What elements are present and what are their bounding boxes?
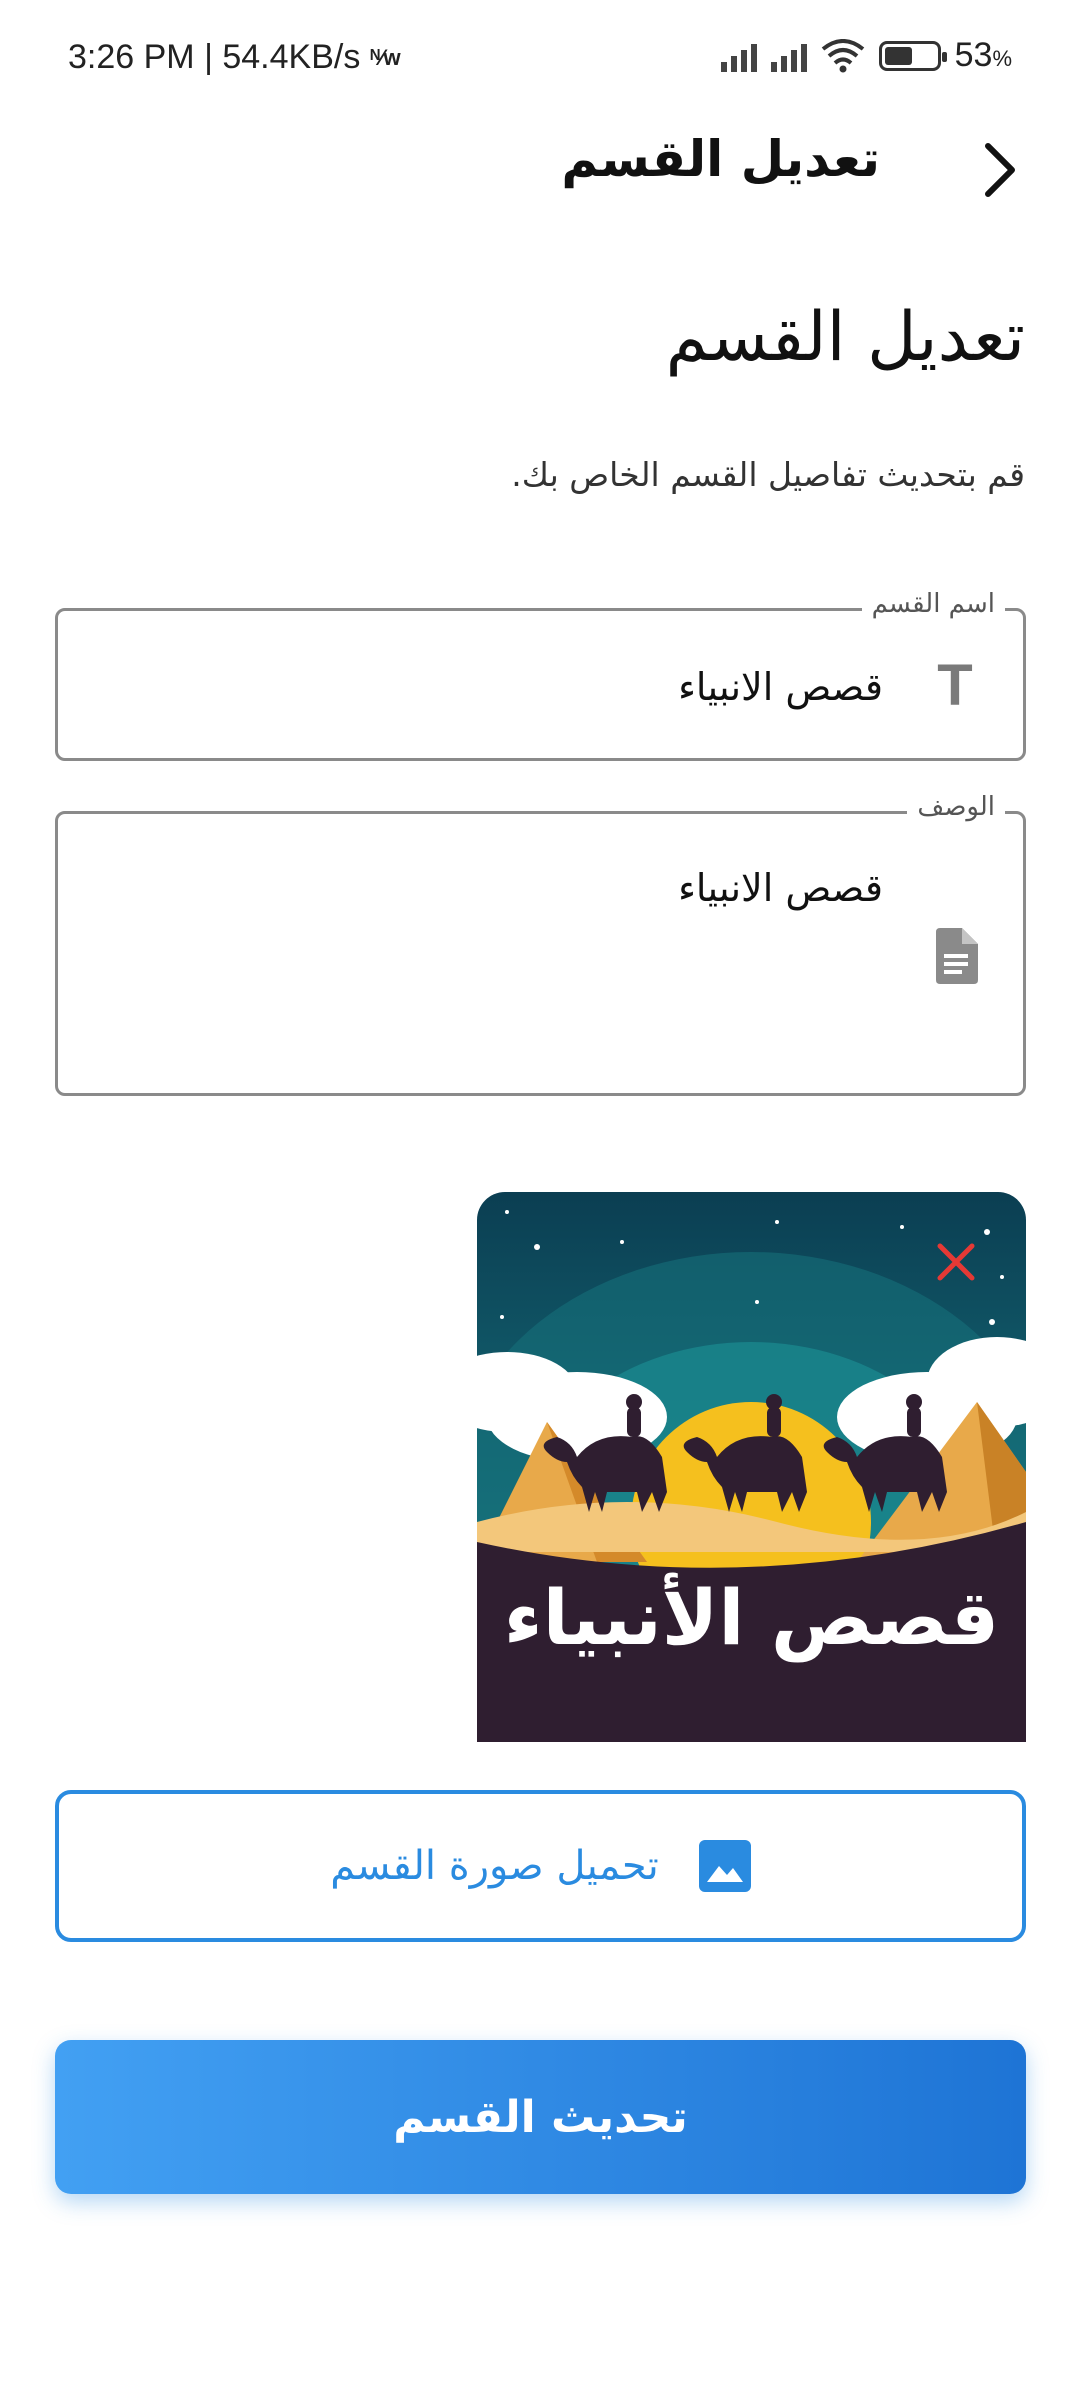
back-button[interactable] xyxy=(960,130,1040,210)
battery-icon xyxy=(878,40,947,71)
description-value[interactable]: قصص الانبياء xyxy=(678,866,883,910)
description-field[interactable]: الوصف قصص الانبياء xyxy=(55,792,1026,1096)
category-name-label: اسم القسم xyxy=(861,589,1005,619)
close-icon xyxy=(937,1243,975,1281)
upload-image-button[interactable]: تحميل صورة القسم xyxy=(55,1790,1026,1942)
upload-image-label: تحميل صورة القسم xyxy=(330,1843,659,1889)
page-title: تعديل القسم xyxy=(665,298,1025,377)
description-label: الوصف xyxy=(907,792,1005,822)
remove-image-button[interactable] xyxy=(926,1232,986,1292)
image-caption: قصص الأنبياء xyxy=(503,1573,1000,1662)
app-bar: تعديل القسم xyxy=(0,120,1080,220)
signal-icon-2 xyxy=(770,40,807,72)
network-activity-icon: ᴺ⁄ᴡ xyxy=(370,44,401,70)
signal-icon xyxy=(720,40,757,72)
category-image-preview: قصص الأنبياء xyxy=(477,1192,1026,1742)
battery-fill xyxy=(884,46,912,65)
update-category-label: تحديث القسم xyxy=(393,2091,688,2143)
document-icon xyxy=(925,926,985,986)
battery-percent: 53% xyxy=(954,36,1012,74)
wifi-icon xyxy=(821,38,864,72)
app-bar-title: تعديل القسم xyxy=(561,130,880,188)
category-name-value[interactable]: قصص الانبياء xyxy=(678,665,883,709)
category-name-field[interactable]: اسم القسم قصص الانبياء T xyxy=(55,589,1026,761)
image-icon xyxy=(698,1840,751,1892)
chevron-right-icon xyxy=(985,143,1015,197)
text-icon: T xyxy=(937,652,973,718)
page-subtitle: قم بتحديث تفاصيل القسم الخاص بك. xyxy=(511,455,1025,494)
update-category-button[interactable]: تحديث القسم xyxy=(55,2040,1026,2194)
status-right: 53% xyxy=(720,36,1012,75)
status-left: 3:26 PM | 54.4KB/s ᴺ⁄ᴡ xyxy=(68,38,401,77)
status-bar: 3:26 PM | 54.4KB/s ᴺ⁄ᴡ 53% xyxy=(0,0,1080,120)
status-time-speed: 3:26 PM | 54.4KB/s xyxy=(68,38,361,76)
